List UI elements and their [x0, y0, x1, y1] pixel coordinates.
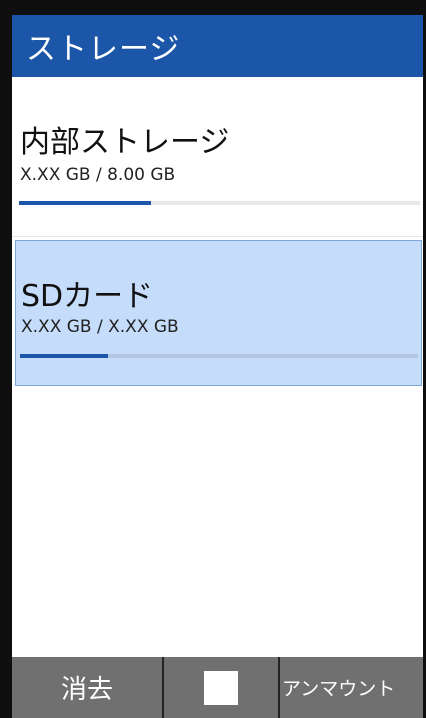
- page-title: ストレージ: [26, 32, 181, 67]
- erase-softkey[interactable]: 消去: [12, 657, 164, 718]
- internal-storage-usage-bar: [19, 201, 152, 205]
- screen: ストレージ 内部ストレージ X.XX GB / 8.00 GB SDカード X.…: [0, 0, 426, 718]
- internal-storage-size: X.XX GB / 8.00 GB: [20, 165, 176, 185]
- sd-card-item[interactable]: SDカード X.XX GB / X.XX GB: [15, 240, 422, 386]
- device-frame-top: [0, 0, 426, 15]
- sd-card-label: SDカード: [21, 279, 154, 314]
- unmount-softkey[interactable]: アンマウント: [280, 657, 423, 718]
- sd-card-usage-bar: [20, 354, 108, 358]
- center-softkey[interactable]: [164, 657, 280, 718]
- title-bar: ストレージ: [12, 15, 423, 77]
- storage-list: 内部ストレージ X.XX GB / 8.00 GB SDカード X.XX GB …: [12, 77, 423, 657]
- sd-card-size: X.XX GB / X.XX GB: [21, 317, 179, 337]
- sd-card-usage-track: [20, 354, 418, 358]
- device-frame-left: [0, 0, 12, 718]
- softkey-bar: 消去 アンマウント: [12, 657, 423, 718]
- internal-storage-usage-track: [19, 201, 420, 205]
- internal-storage-label: 内部ストレージ: [20, 125, 230, 160]
- internal-storage-item[interactable]: 内部ストレージ X.XX GB / 8.00 GB: [12, 77, 423, 237]
- square-icon: [204, 670, 238, 705]
